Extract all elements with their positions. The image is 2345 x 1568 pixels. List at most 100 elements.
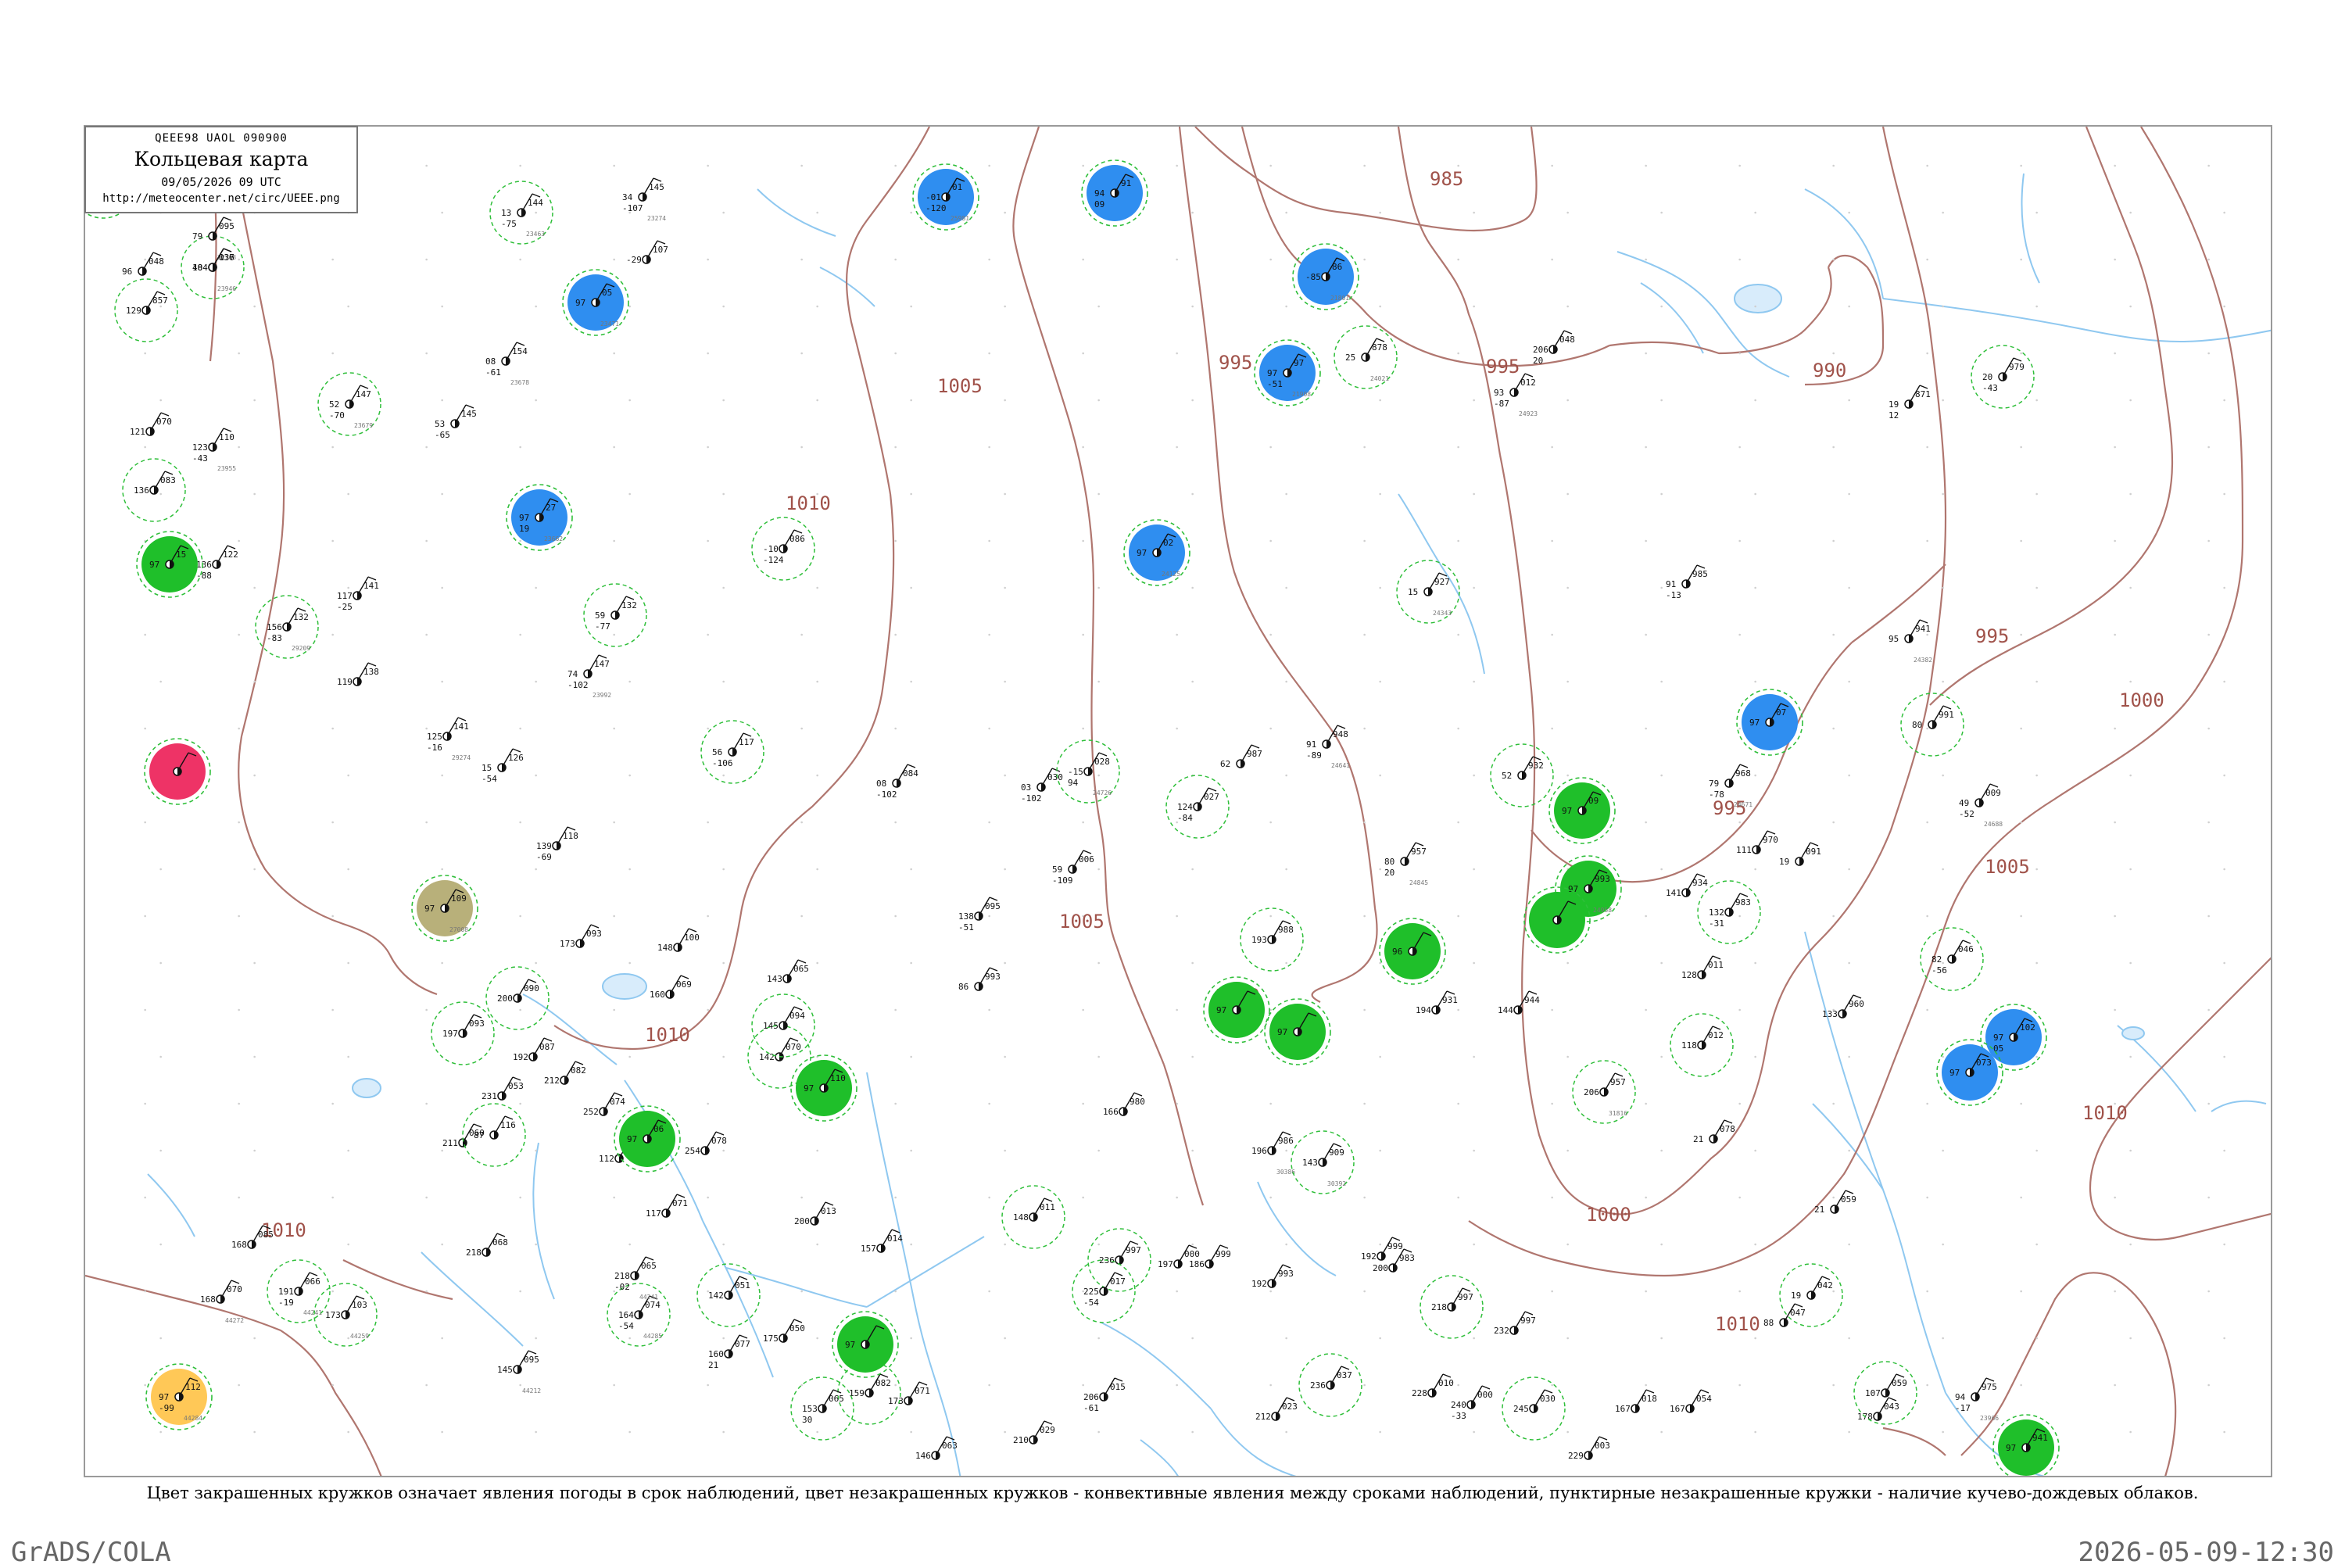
grid-dot — [441, 399, 443, 402]
station-index: 24923 — [1519, 410, 1538, 417]
wind-feather — [543, 1037, 553, 1042]
station-open: 999 192 — [1361, 1237, 1403, 1262]
pressure-value: 975 — [1982, 1382, 1997, 1392]
temperature-value: 80 — [1912, 720, 1922, 730]
grid-dot — [1942, 586, 1944, 589]
dewpoint-value: -52 — [1959, 809, 1974, 819]
grid-dot — [1379, 211, 1381, 214]
grid-dot — [1942, 1337, 1944, 1340]
temperature-value: 206 — [1533, 345, 1548, 355]
grid-dot — [2223, 1243, 2225, 1246]
station-open: 979 20-43 — [1971, 345, 2035, 409]
station-open: 046 82-56 — [1920, 927, 1984, 991]
dewpoint-value: 05 — [1993, 1044, 2003, 1054]
grid-dot — [2035, 1337, 2038, 1340]
temperature-value: 21 — [1814, 1205, 1824, 1215]
grid-dot — [1176, 164, 1178, 167]
legend-url[interactable]: http://meteocenter.net/circ/UEEE.png — [86, 192, 356, 205]
pressure-value: 095 — [524, 1355, 539, 1365]
pressure-value: 027 — [1204, 792, 1219, 802]
wind-feather — [1188, 1244, 1198, 1249]
legend-date: 09/05/2026 09 UTC — [161, 175, 281, 189]
wind-feather — [598, 654, 607, 659]
grid-dot — [347, 1337, 349, 1340]
station-open: 871 1912 — [1889, 385, 1931, 421]
grid-dot — [1473, 1337, 1475, 1340]
grid-dot — [2020, 915, 2022, 918]
station-index: 44259 — [350, 1333, 369, 1340]
temperature-value: 236 — [1310, 1380, 1326, 1391]
grid-dot — [441, 774, 443, 777]
pressure-value: 934 — [1692, 878, 1708, 888]
grid-dot — [1269, 1290, 1272, 1293]
wind-feather — [1599, 1436, 1608, 1441]
dewpoint-value: -16 — [427, 743, 442, 753]
station-open: 147 52-70 23679 — [317, 372, 381, 436]
grid-dot — [2129, 492, 2132, 496]
grid-dot — [1097, 492, 1100, 496]
grid-dot — [347, 868, 349, 871]
dewpoint-value: -56 — [1931, 965, 1947, 976]
grid-dot — [519, 1384, 521, 1387]
grid-dot — [2207, 1384, 2210, 1387]
temperature-value: 56 — [712, 747, 722, 757]
grid-dot — [1457, 915, 1459, 918]
grid-dot — [1269, 1102, 1272, 1105]
grid-dot — [1848, 305, 1850, 308]
grid-dot — [1926, 633, 1928, 636]
grid-dot — [2020, 258, 2022, 261]
pressure-value: 074 — [610, 1097, 625, 1107]
grid-dot — [535, 961, 537, 965]
station-index: 23955 — [217, 465, 236, 472]
wind-feather — [1114, 1377, 1123, 1382]
pressure-value: 110 — [830, 1073, 846, 1083]
temperature-value: 240 — [1451, 1400, 1466, 1410]
wind-feather — [1044, 1420, 1053, 1425]
grid-dot — [144, 1102, 146, 1105]
grid-dot — [1926, 1384, 1928, 1387]
grid-dot — [1832, 164, 1835, 167]
pressure-value: 050 — [789, 1323, 805, 1334]
pressure-value: 018 — [1642, 1394, 1657, 1404]
pressure-value: 07 — [1776, 707, 1786, 718]
grid-dot — [1457, 1384, 1459, 1387]
grid-dot — [1942, 1430, 1944, 1434]
grid-dot — [1848, 1149, 1850, 1152]
grid-dot — [253, 1055, 256, 1058]
grid-dot — [425, 164, 428, 167]
grid-dot — [1645, 164, 1647, 167]
station-open: 144 13-75 23463 — [489, 181, 553, 245]
grid-dot — [238, 1384, 240, 1387]
grid-dot — [1551, 1290, 1553, 1293]
station-rain: 06 97 — [614, 1105, 681, 1172]
pressure-value: 993 — [1278, 1269, 1294, 1279]
grid-dot — [2114, 633, 2116, 636]
grid-dot — [159, 1337, 162, 1340]
wind-feather — [1724, 1119, 1733, 1124]
grid-dot — [1176, 1102, 1178, 1105]
temperature-value: 229 — [1568, 1451, 1584, 1461]
dewpoint-value: -77 — [595, 621, 610, 632]
grid-dot — [1551, 1102, 1553, 1105]
station-open: 012 93-87 24923 — [1494, 373, 1538, 417]
station-open: 932 52 — [1490, 743, 1554, 807]
station-open: 074 252 — [583, 1092, 625, 1117]
isobar-label: 995 — [1486, 356, 1520, 378]
grid-dot — [425, 1008, 428, 1011]
dewpoint-value: -102 — [1021, 793, 1042, 804]
grid-dot — [238, 727, 240, 730]
dewpoint-value: -17 — [1955, 1403, 1971, 1413]
grid-dot — [519, 1008, 521, 1011]
grid-dot — [1191, 1055, 1194, 1058]
grid-dot — [1004, 399, 1006, 402]
pressure-value: 023 — [1282, 1402, 1298, 1412]
pressure-value: 147 — [594, 659, 610, 669]
grid-dot — [425, 539, 428, 542]
wind-feather — [528, 1350, 537, 1355]
grid-dot — [722, 211, 725, 214]
grid-dot — [1176, 1290, 1178, 1293]
grid-dot — [1191, 1149, 1194, 1152]
station-snow: 07 97 — [1736, 689, 1803, 756]
grid-dot — [1082, 539, 1084, 542]
grid-dot — [1754, 1243, 1756, 1246]
